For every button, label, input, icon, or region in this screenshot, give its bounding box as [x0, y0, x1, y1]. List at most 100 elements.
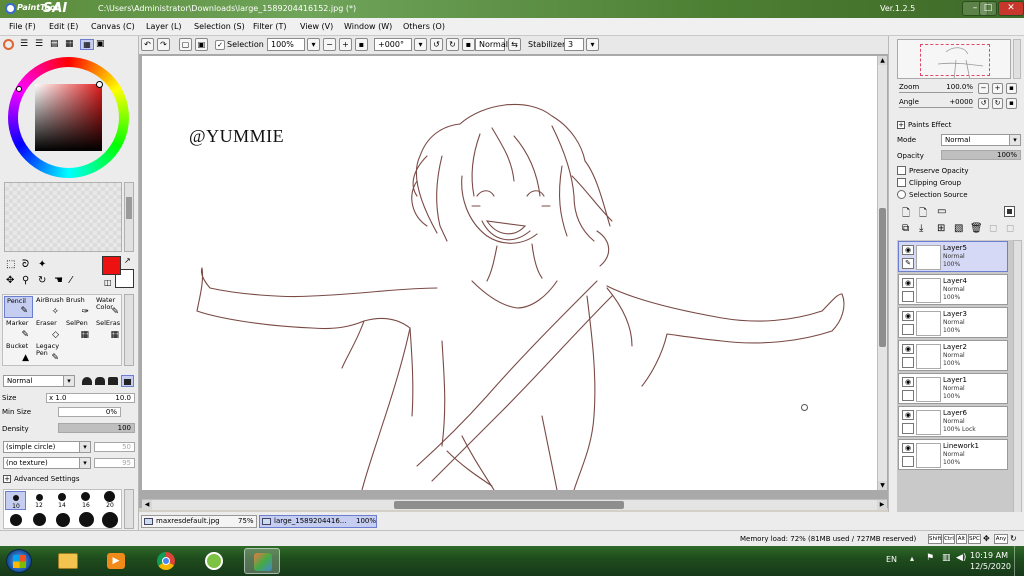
- brush-size-scrollbar[interactable]: [124, 489, 134, 529]
- size-slider[interactable]: x 1.0 10.0: [46, 393, 135, 403]
- network-icon[interactable]: ▥: [942, 553, 951, 563]
- edge-square-icon[interactable]: [121, 375, 134, 387]
- advanced-settings-label[interactable]: Advanced Settings: [14, 475, 80, 483]
- eye-icon[interactable]: ◉: [902, 410, 914, 420]
- hsv-sliders-icon[interactable]: ☰: [35, 39, 43, 49]
- brush-size-preset[interactable]: [79, 512, 94, 527]
- angle-dropdown-button[interactable]: ▾: [414, 38, 427, 51]
- advanced-expand-icon[interactable]: +: [3, 475, 11, 483]
- primary-color-swatch[interactable]: [102, 256, 121, 275]
- layer-row-linework1[interactable]: ◉ Linework1 Normal 100%: [898, 439, 1008, 470]
- start-button[interactable]: [6, 549, 32, 573]
- app-taskbar-button[interactable]: [196, 548, 232, 574]
- nav-rotate-reset-button[interactable]: ▪: [1006, 98, 1017, 109]
- clock-time[interactable]: 10:19 AM: [970, 551, 1008, 560]
- canvas-vertical-scrollbar[interactable]: ▲ ▼: [877, 56, 887, 490]
- brush-size-14[interactable]: 14: [52, 491, 73, 510]
- tool-marker[interactable]: Marker ✎: [4, 319, 33, 341]
- edge-medium-icon[interactable]: [95, 377, 105, 385]
- chrome-taskbar-button[interactable]: [148, 548, 184, 574]
- layer-lock-checkbox[interactable]: [902, 357, 914, 368]
- rgb-sliders-icon[interactable]: ☰: [20, 39, 28, 49]
- layer-lock-checkbox[interactable]: [902, 423, 914, 434]
- blend-mode-field[interactable]: Normal: [475, 38, 508, 51]
- nav-zoom-out-button[interactable]: −: [978, 83, 989, 94]
- scroll-right-icon[interactable]: ▶: [877, 500, 887, 510]
- brush-size-preset[interactable]: [10, 514, 22, 526]
- density-slider[interactable]: 100: [58, 423, 135, 433]
- nav-zoom-slider[interactable]: [899, 92, 973, 93]
- paints-effect-expand-icon[interactable]: +: [897, 121, 905, 129]
- flag-icon[interactable]: ⚑: [926, 553, 934, 563]
- menu-layer[interactable]: Layer (L): [146, 22, 182, 31]
- rotate-right-button[interactable]: ↻: [446, 38, 459, 51]
- tool-brush[interactable]: Brush ✑: [64, 296, 93, 318]
- zoom-tool-icon[interactable]: ⚲: [22, 275, 29, 286]
- rotate-tool-icon[interactable]: ↻: [38, 275, 46, 286]
- preserve-opacity-checkbox[interactable]: [897, 166, 906, 175]
- media-player-taskbar-button[interactable]: ▶: [98, 548, 134, 574]
- brush-shape-select[interactable]: (simple circle): [3, 441, 91, 453]
- new-layer-icon[interactable]: 🗋: [902, 206, 910, 223]
- menu-view[interactable]: View (V): [300, 22, 333, 31]
- tool-grid-scrollbar[interactable]: [124, 294, 134, 366]
- brush-size-10[interactable]: 10: [5, 491, 26, 510]
- delete-layer-icon[interactable]: 🗑: [970, 223, 983, 234]
- close-button[interactable]: ✕: [998, 1, 1024, 16]
- sai-taskbar-button[interactable]: [244, 548, 280, 574]
- zoom-reset-button[interactable]: ▪: [355, 38, 368, 51]
- eye-icon[interactable]: ◉: [902, 344, 914, 354]
- hue-handle[interactable]: [16, 86, 22, 92]
- rotate-left-button[interactable]: ↺: [430, 38, 443, 51]
- edge-hard-icon[interactable]: [108, 377, 118, 385]
- doc-tab-large[interactable]: large_1589204416... 100%: [259, 515, 377, 528]
- tool-selpen[interactable]: SelPen ▦: [64, 319, 93, 341]
- tool-eraser[interactable]: Eraser ◇: [34, 319, 63, 341]
- tool-airbrush[interactable]: AirBrush ✧: [34, 296, 64, 318]
- stabilizer-field[interactable]: 3: [564, 38, 584, 51]
- eye-icon[interactable]: ◉: [902, 377, 914, 387]
- tray-expand-icon[interactable]: ▴: [910, 554, 914, 563]
- tool-legacy-pen[interactable]: Legacy Pen ✎: [34, 342, 63, 364]
- size-multiplier[interactable]: x 1.0: [49, 394, 67, 403]
- swap-colors-icon[interactable]: ↗: [124, 256, 131, 265]
- brush-size-preset[interactable]: [102, 512, 118, 528]
- tool-bucket[interactable]: Bucket ▲: [4, 342, 33, 364]
- tool-watercolor[interactable]: Water Color ✎: [94, 296, 123, 318]
- magic-wand-icon[interactable]: ✦: [38, 259, 46, 270]
- select-rect-icon[interactable]: ⬚: [6, 259, 15, 270]
- hand-icon[interactable]: ☚: [54, 275, 63, 286]
- delete-mask-icon[interactable]: ◻: [1006, 223, 1014, 234]
- nav-zoom-reset-button[interactable]: ▪: [1006, 83, 1017, 94]
- invert-selection-button[interactable]: ▣: [195, 38, 208, 51]
- eye-icon[interactable]: ◉: [902, 443, 914, 453]
- eye-icon[interactable]: ◉: [902, 245, 914, 255]
- horizontal-scroll-thumb[interactable]: [394, 501, 624, 509]
- selection-checkbox[interactable]: ✓: [215, 40, 225, 50]
- copy-layer-icon[interactable]: ⧉: [902, 223, 909, 234]
- canvas-horizontal-scrollbar[interactable]: ◀ ▶: [142, 499, 887, 510]
- angle-field[interactable]: +000°: [374, 38, 412, 51]
- clock-date[interactable]: 12/5/2020: [970, 562, 1011, 571]
- layer-lock-checkbox[interactable]: [902, 456, 914, 467]
- minsize-slider[interactable]: 0%: [58, 407, 121, 417]
- color-wheel-mode-icon[interactable]: [3, 39, 14, 50]
- nav-rotate-right-button[interactable]: ↻: [992, 98, 1003, 109]
- navigator-scrollbar[interactable]: [1013, 39, 1021, 79]
- layer-opacity-slider[interactable]: 100%: [941, 150, 1021, 160]
- move-icon[interactable]: ✥: [6, 275, 14, 286]
- menu-canvas[interactable]: Canvas (C): [91, 22, 135, 31]
- zoom-field[interactable]: 100%: [267, 38, 305, 51]
- brush-shape-dropdown-icon[interactable]: ▾: [79, 441, 91, 453]
- show-desktop-button[interactable]: [1014, 546, 1024, 576]
- edge-soft-icon[interactable]: [82, 377, 92, 385]
- brush-size-16[interactable]: 16: [76, 491, 97, 510]
- color-box-icon[interactable]: ▤: [50, 39, 59, 49]
- brush-size-20[interactable]: 20: [100, 491, 121, 510]
- brush-lock-icon[interactable]: ✎: [902, 258, 914, 269]
- apply-mask-icon[interactable]: ◻: [989, 223, 997, 234]
- stabilizer-dropdown-button[interactable]: ▾: [586, 38, 599, 51]
- menu-others[interactable]: Others (O): [403, 22, 445, 31]
- brush-texture-strength[interactable]: 95: [94, 458, 135, 468]
- menu-file[interactable]: File (F): [9, 22, 36, 31]
